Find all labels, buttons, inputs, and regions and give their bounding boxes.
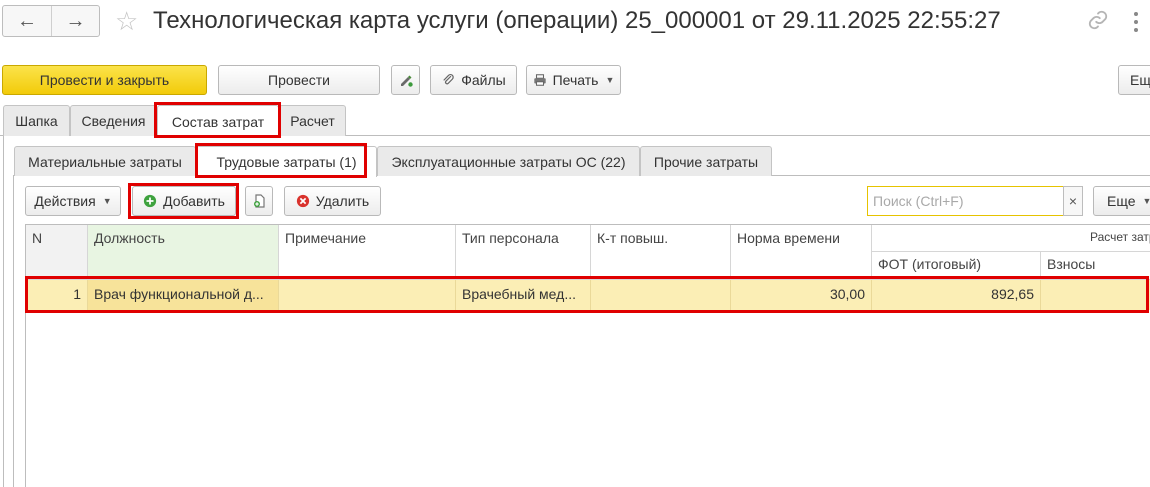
actions-button[interactable]: Действия ▼ bbox=[25, 186, 121, 216]
cell-fot: 892,65 bbox=[872, 280, 1041, 310]
post-and-close-label: Провести и закрыть bbox=[39, 72, 170, 88]
post-button[interactable]: Провести bbox=[218, 65, 380, 95]
subtab-label: Материальные затраты bbox=[28, 153, 182, 170]
column-header-time-norm[interactable]: Норма времени bbox=[731, 225, 872, 280]
navigation-group: ← → bbox=[2, 5, 100, 37]
subtab-label: Трудовые затраты (1) bbox=[216, 154, 357, 170]
table-row[interactable]: 1 Врач функциональной д... Врачебный мед… bbox=[27, 280, 1150, 310]
tab-label: Шапка bbox=[15, 113, 58, 129]
post-label: Провести bbox=[268, 72, 330, 88]
delete-button[interactable]: Удалить bbox=[284, 186, 381, 216]
tab-label: Состав затрат bbox=[171, 113, 265, 130]
copy-button[interactable] bbox=[245, 186, 273, 216]
column-header-label: К-т повыш. bbox=[597, 230, 669, 246]
files-button[interactable]: Файлы bbox=[430, 65, 517, 95]
title-bar: ← → ☆ Технологическая карта услуги (опер… bbox=[0, 0, 1150, 44]
search-input[interactable] bbox=[867, 186, 1067, 216]
link-icon[interactable] bbox=[1087, 9, 1109, 31]
cell-staff-type[interactable]: Врачебный мед... bbox=[456, 280, 591, 310]
printer-icon bbox=[533, 74, 546, 86]
actions-label: Действия bbox=[34, 193, 96, 209]
tab-label: Расчет bbox=[290, 113, 335, 129]
table-more-button[interactable]: Еще ▼ bbox=[1093, 186, 1150, 216]
add-button[interactable]: Добавить bbox=[132, 186, 236, 216]
close-icon: × bbox=[1068, 193, 1078, 209]
column-header-fot[interactable]: ФОТ (итоговый) bbox=[872, 252, 1041, 280]
column-header-position[interactable]: Должность bbox=[88, 225, 279, 280]
print-button[interactable]: Печать ▼ bbox=[526, 65, 621, 95]
tab-cost-composition[interactable]: Состав затрат bbox=[157, 105, 279, 137]
cell-note[interactable] bbox=[279, 280, 456, 310]
subtab-operating-costs[interactable]: Эксплуатационные затраты ОС (22) bbox=[377, 146, 640, 176]
cell-time-norm[interactable]: 30,00 bbox=[731, 280, 872, 310]
column-header-label: N bbox=[32, 230, 43, 246]
post-and-close-button[interactable]: Провести и закрыть bbox=[2, 65, 207, 95]
subtab-label: Прочие затраты bbox=[653, 153, 759, 170]
column-header-n[interactable]: N bbox=[26, 225, 88, 280]
delete-circle-icon bbox=[296, 194, 309, 208]
delete-label: Удалить bbox=[315, 193, 370, 209]
print-label: Печать bbox=[552, 72, 599, 88]
column-header-label: Примечание bbox=[285, 230, 367, 246]
clear-search-button[interactable]: × bbox=[1063, 186, 1083, 216]
cell-position[interactable]: Врач функциональной д... bbox=[88, 280, 279, 310]
cell-n: 1 bbox=[27, 280, 88, 310]
column-header-label: ФОТ (итоговый) bbox=[878, 256, 982, 272]
more-button[interactable]: Ещ bbox=[1118, 65, 1150, 95]
files-label: Файлы bbox=[461, 72, 506, 88]
tab-calculation[interactable]: Расчет bbox=[279, 105, 346, 136]
column-header-note[interactable]: Примечание bbox=[279, 225, 456, 280]
column-group-label: Расчет затр bbox=[1090, 230, 1150, 244]
column-header-label: Взносы bbox=[1047, 256, 1096, 272]
paperclip-icon bbox=[443, 73, 454, 85]
column-header-staff-type[interactable]: Тип персонала bbox=[456, 225, 591, 280]
subtab-label: Эксплуатационные затраты ОС (22) bbox=[391, 153, 626, 170]
subtab-material-costs[interactable]: Материальные затраты bbox=[14, 146, 196, 176]
edit-button[interactable] bbox=[391, 65, 420, 95]
tab-label: Сведения bbox=[81, 113, 146, 129]
arrow-right-icon: → bbox=[65, 9, 86, 32]
cell-coef[interactable] bbox=[591, 280, 731, 310]
column-header-label: Должность bbox=[94, 230, 165, 246]
main-tabs: Шапка Сведения Состав затрат Расчет bbox=[0, 105, 1150, 137]
add-circle-icon bbox=[143, 194, 157, 208]
star-icon[interactable]: ☆ bbox=[115, 6, 138, 36]
labor-costs-table: N Должность Примечание Тип персонала К-т… bbox=[25, 224, 1150, 487]
pencil-icon bbox=[400, 75, 413, 87]
tab-info[interactable]: Сведения bbox=[70, 105, 157, 136]
page-title: Технологическая карта услуги (операции) … bbox=[153, 7, 1001, 34]
chevron-down-icon: ▼ bbox=[102, 196, 112, 206]
copy-icon bbox=[254, 194, 265, 208]
subtab-other-costs[interactable]: Прочие затраты bbox=[640, 146, 772, 176]
chevron-down-icon: ▼ bbox=[1142, 196, 1150, 206]
chevron-down-icon: ▼ bbox=[605, 75, 615, 85]
back-button[interactable]: ← bbox=[3, 6, 51, 36]
column-header-coef[interactable]: К-т повыш. bbox=[591, 225, 731, 280]
add-label: Добавить bbox=[163, 193, 225, 209]
table-more-label: Еще bbox=[1107, 193, 1136, 209]
cell-contributions bbox=[1041, 280, 1150, 310]
column-header-contributions[interactable]: Взносы bbox=[1041, 252, 1150, 280]
tab-header[interactable]: Шапка bbox=[3, 105, 70, 136]
column-header-label: Норма времени bbox=[737, 230, 840, 246]
column-header-label: Тип персонала bbox=[462, 230, 559, 246]
sub-tabs: Материальные затраты Трудовые затраты (1… bbox=[13, 146, 1150, 177]
more-label: Ещ bbox=[1130, 72, 1150, 88]
arrow-left-icon: ← bbox=[17, 9, 37, 32]
column-group-header-calculation: Расчет затр bbox=[872, 225, 1150, 252]
forward-button[interactable]: → bbox=[51, 6, 99, 36]
more-vertical-icon[interactable] bbox=[1133, 12, 1139, 32]
subtab-labor-costs[interactable]: Трудовые затраты (1) bbox=[196, 146, 377, 177]
